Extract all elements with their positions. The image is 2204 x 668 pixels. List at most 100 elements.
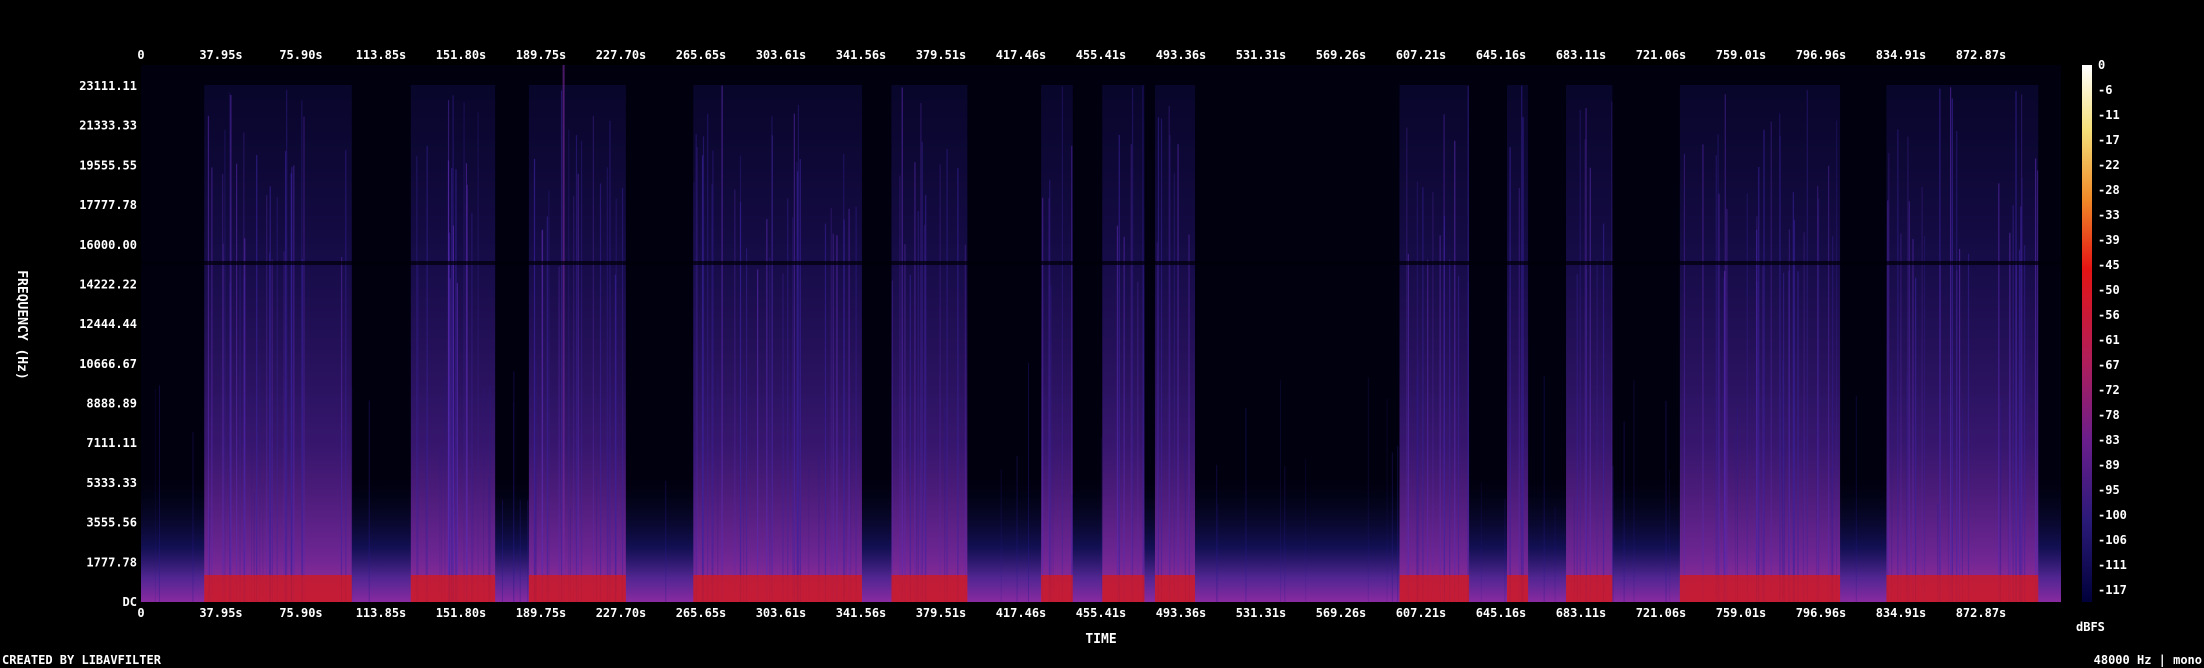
y-tick-label: 17777.78 — [79, 198, 137, 212]
active-segment — [204, 85, 352, 602]
activity-stripe — [899, 175, 901, 602]
activity-stripe — [1118, 134, 1120, 603]
x-tick-top-label: 531.31s — [1236, 48, 1287, 62]
activity-stripe — [1116, 225, 1119, 602]
activity-stripe — [1726, 208, 1728, 602]
background-stripe — [1284, 466, 1286, 602]
red-energy-segment — [1102, 575, 1145, 602]
activity-stripe — [901, 87, 903, 602]
background-stripe — [1781, 360, 1783, 602]
activity-stripe — [914, 162, 916, 602]
activity-stripe — [2021, 178, 2023, 602]
background-stripe — [1305, 459, 1307, 602]
background-stripe — [1000, 469, 1002, 602]
x-axis-top: 0 37.95s 75.90s 113.85s 151.80s 189.75s 227.70… — [137, 48, 2006, 62]
colorbar-tick-label: -95 — [2098, 483, 2120, 497]
activity-stripe — [463, 102, 465, 602]
x-tick-top-label: 645.16s — [1476, 48, 1527, 62]
colorbar-tick-label: -11 — [2098, 108, 2120, 122]
activity-stripe — [2018, 249, 2021, 602]
y-tick-label: 12444.44 — [79, 317, 137, 331]
activity-stripe — [1723, 277, 1725, 602]
activity-stripe — [1956, 270, 1958, 602]
x-tick-bottom-label: 37.95s — [199, 606, 242, 620]
activity-stripe — [1770, 121, 1772, 602]
activity-stripe — [1923, 235, 1926, 603]
y-tick-label: 23111.11 — [79, 79, 137, 93]
x-tick-bottom-label: 569.26s — [1316, 606, 1367, 620]
activity-stripe — [797, 171, 799, 602]
x-tick-top-label: 683.11s — [1556, 48, 1607, 62]
activity-stripe — [1797, 271, 1799, 602]
activity-stripe — [848, 208, 850, 603]
activity-stripe — [1806, 89, 1808, 602]
background-stripe — [1418, 360, 1420, 602]
activity-stripe — [1717, 134, 1719, 602]
x-tick-top-label: 113.85s — [356, 48, 407, 62]
x-tick-top-label: 607.21s — [1396, 48, 1447, 62]
y-tick-label: 19555.55 — [79, 158, 137, 172]
background-stripe — [1217, 504, 1219, 602]
y-tick-label: 8888.89 — [86, 397, 137, 411]
background-stripe — [1391, 452, 1393, 602]
activity-stripe — [957, 167, 959, 603]
active-segment — [1041, 85, 1073, 602]
x-tick-bottom-label: 265.65s — [676, 606, 727, 620]
red-energy-segment — [1399, 575, 1470, 602]
red-energy-segment — [1041, 575, 1073, 602]
background-stripe — [368, 400, 370, 602]
activity-stripe — [621, 187, 624, 603]
colorbar-tick-label: -78 — [2098, 408, 2120, 422]
activity-stripe — [1611, 101, 1613, 603]
activity-stripe — [1457, 275, 1460, 602]
colorbar-ticks: 0 -6 -11 -17 -22 -28 -33 -39 -45 -50 -56 -61 -67 -72 -… — [2098, 58, 2127, 597]
y-tick-label: 7111.11 — [86, 436, 137, 450]
activity-stripe — [769, 257, 771, 602]
activity-stripe — [1951, 98, 1953, 602]
y-tick-label: 10666.67 — [79, 357, 137, 371]
background-stripe — [1761, 401, 1763, 602]
x-tick-bottom-label: 607.21s — [1396, 606, 1447, 620]
activity-stripe — [855, 206, 857, 602]
activity-stripe — [1596, 259, 1598, 602]
x-tick-bottom-label: 493.36s — [1156, 606, 1207, 620]
activity-stripe — [1683, 153, 1686, 602]
activity-stripe — [1763, 129, 1765, 602]
activity-stripe — [303, 116, 305, 602]
activity-stripe — [946, 148, 948, 602]
x-tick-bottom-label: 683.11s — [1556, 606, 1607, 620]
spectrogram-figure: 0 37.95s 75.90s 113.85s 151.80s 189.75s 227.70… — [2, 48, 2202, 667]
x-tick-top-label: 834.91s — [1876, 48, 1927, 62]
x-tick-bottom-label: 189.75s — [516, 606, 567, 620]
red-energy-segment — [528, 575, 626, 602]
background-stripe — [845, 391, 847, 602]
activity-stripe — [286, 89, 288, 603]
activity-stripe — [2015, 91, 2017, 602]
activity-stripe — [256, 155, 258, 602]
activity-stripe — [599, 183, 602, 602]
activity-stripe — [925, 194, 927, 602]
background-stripe — [1832, 379, 1834, 602]
activity-stripe — [2036, 170, 2039, 603]
activity-stripe — [824, 223, 827, 603]
colorbar-tick-label: -45 — [2098, 258, 2120, 272]
red-energy-segment — [891, 575, 968, 602]
colorbar-tick-label: -6 — [2098, 83, 2112, 97]
red-energy-segment — [1507, 575, 1529, 602]
x-tick-top-label: 265.65s — [676, 48, 727, 62]
x-tick-bottom-label: 872.87s — [1956, 606, 2007, 620]
activity-stripe — [1724, 94, 1726, 602]
activity-stripe — [721, 85, 723, 603]
activity-stripe — [577, 173, 579, 602]
colorbar-tick-label: 0 — [2098, 58, 2105, 72]
activity-stripe — [707, 113, 709, 603]
background-stripe — [1623, 421, 1625, 602]
activity-stripe — [2009, 232, 2011, 603]
activity-stripe — [1756, 216, 1758, 603]
background-stripe — [251, 390, 253, 602]
background-stripe — [154, 389, 156, 602]
activity-stripe — [1142, 85, 1144, 602]
activity-stripe — [1702, 144, 1704, 602]
y-tick-label: 3555.56 — [86, 516, 137, 530]
red-energy-segment — [410, 575, 496, 602]
